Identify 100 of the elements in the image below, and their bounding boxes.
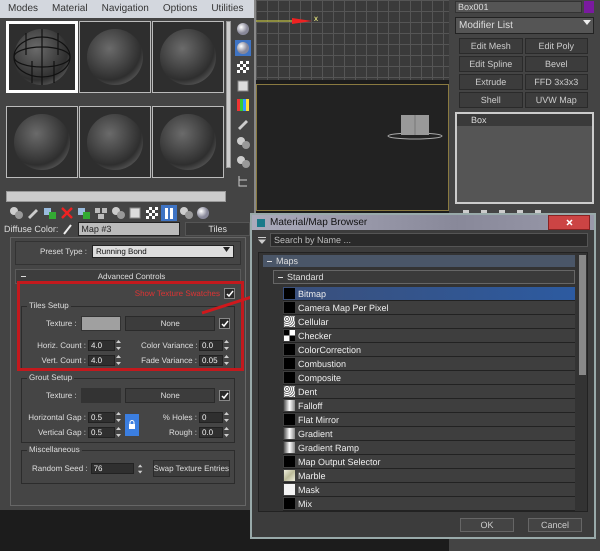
- square-icon[interactable]: [127, 205, 143, 221]
- group-header[interactable]: Maps: [263, 255, 575, 267]
- viewport-grid[interactable]: x: [256, 0, 450, 80]
- stack-item[interactable]: Box: [457, 114, 592, 126]
- modifier-button[interactable]: Bevel: [524, 56, 588, 72]
- sample-slot[interactable]: [79, 21, 151, 93]
- spheres-icon[interactable]: [235, 154, 251, 170]
- object-name-field[interactable]: Box001: [455, 1, 582, 13]
- pillars-icon[interactable]: [161, 205, 177, 221]
- checker-icon[interactable]: [144, 205, 160, 221]
- modifier-button[interactable]: Shell: [459, 92, 522, 108]
- map-item[interactable]: Marble: [283, 469, 575, 483]
- checkbox[interactable]: [219, 390, 230, 401]
- filter-icon[interactable]: [258, 236, 266, 244]
- scrollbar[interactable]: [579, 255, 586, 375]
- modifier-button[interactable]: Edit Spline: [459, 56, 522, 72]
- modifier-button[interactable]: Edit Mesh: [459, 38, 522, 54]
- field-label: Vertical Gap :: [36, 428, 87, 436]
- dialog-button[interactable]: OK: [460, 518, 514, 532]
- map-thumbnail-icon: [284, 498, 295, 509]
- menu-item[interactable]: Options: [162, 3, 198, 15]
- modifier-button[interactable]: FFD 3x3x3: [524, 74, 588, 90]
- map-item[interactable]: Combustion: [283, 357, 575, 371]
- sphere-icon[interactable]: [235, 21, 251, 37]
- close-icon: [566, 219, 572, 226]
- spheres-icon[interactable]: [110, 205, 126, 221]
- number-field[interactable]: 0.5: [88, 426, 115, 438]
- scrollbar[interactable]: [6, 191, 226, 202]
- map-item[interactable]: Flat Mirror: [283, 413, 575, 427]
- spheres-icon[interactable]: [178, 205, 194, 221]
- object-color-swatch[interactable]: [584, 1, 594, 13]
- sample-slot[interactable]: [152, 21, 224, 93]
- sphere-icon[interactable]: [195, 205, 211, 221]
- group-title: Grout Setup: [27, 373, 74, 382]
- map-item[interactable]: Bitmap: [283, 287, 575, 301]
- map-thumbnail-icon: [284, 414, 295, 425]
- map-item[interactable]: Gradient Ramp: [283, 441, 575, 455]
- menu-item[interactable]: Utilities: [211, 3, 244, 15]
- map-item[interactable]: Gradient: [283, 427, 575, 441]
- square-icon[interactable]: [235, 78, 251, 94]
- modifier-button[interactable]: UVW Map: [524, 92, 588, 108]
- map-item[interactable]: Map Output Selector: [283, 455, 575, 469]
- spinner-icon[interactable]: [137, 462, 144, 474]
- number-field[interactable]: 4.0: [88, 340, 115, 350]
- search-field[interactable]: Search by Name ...: [270, 233, 588, 247]
- number-field[interactable]: 4.0: [88, 354, 115, 366]
- spheres-icon[interactable]: [8, 205, 24, 221]
- map-type-button[interactable]: Tiles: [185, 222, 250, 236]
- number-field[interactable]: 0: [199, 412, 223, 422]
- perspective-viewport[interactable]: [256, 84, 450, 211]
- sample-slot[interactable]: [79, 106, 151, 178]
- number-field[interactable]: 0.0: [199, 340, 223, 350]
- lock-button[interactable]: [125, 414, 139, 436]
- map-item[interactable]: Camera Map Per Pixel: [283, 301, 575, 315]
- cube-icon[interactable]: [93, 205, 109, 221]
- checkbox[interactable]: [219, 318, 230, 329]
- swap-icon[interactable]: [76, 205, 92, 221]
- field-label: Vert. Count :: [40, 356, 87, 364]
- number-field[interactable]: 0.05: [199, 354, 223, 366]
- map-item[interactable]: ColorCorrection: [283, 343, 575, 357]
- field-label: Fade Variance :: [141, 356, 198, 364]
- scrollbar[interactable]: [226, 21, 231, 168]
- map-thumbnail-icon: [284, 456, 295, 467]
- modifier-button[interactable]: Edit Poly: [524, 38, 588, 54]
- checkbox[interactable]: [224, 288, 235, 299]
- sample-slot[interactable]: [6, 106, 78, 178]
- map-item[interactable]: Dent: [283, 385, 575, 399]
- dialog-button[interactable]: Cancel: [528, 518, 582, 532]
- map-name-field[interactable]: Map #3: [78, 222, 180, 236]
- map-thumbnail-icon: [284, 316, 295, 327]
- map-item[interactable]: Cellular: [283, 315, 575, 329]
- number-field[interactable]: 0.5: [88, 412, 115, 422]
- swap-button[interactable]: Swap Texture Entries: [152, 460, 230, 477]
- map-item[interactable]: Composite: [283, 371, 575, 385]
- color-bars-icon[interactable]: [235, 97, 251, 113]
- map-item[interactable]: Mask: [283, 483, 575, 497]
- modifier-stack[interactable]: Box: [455, 112, 594, 204]
- map-button[interactable]: None: [125, 388, 216, 403]
- menu-item[interactable]: Material: [52, 3, 88, 15]
- collapse-icon[interactable]: [20, 273, 27, 280]
- menu-item[interactable]: Modes: [8, 3, 38, 15]
- map-item[interactable]: Checker: [283, 329, 575, 343]
- sphere-icon[interactable]: [235, 40, 251, 56]
- number-field[interactable]: 0.0: [199, 426, 223, 438]
- number-field[interactable]: 76: [90, 463, 134, 474]
- spheres-icon[interactable]: [235, 135, 251, 151]
- preset-dropdown[interactable]: Running Bond: [92, 245, 234, 258]
- menu-item[interactable]: Navigation: [102, 3, 149, 15]
- sample-sphere: [158, 27, 218, 87]
- modifier-button[interactable]: Extrude: [459, 74, 522, 90]
- color-swatch[interactable]: [80, 316, 122, 331]
- modifier-list-dropdown[interactable]: Modifier List: [455, 17, 594, 34]
- group-header[interactable]: Standard: [273, 270, 575, 284]
- swap-icon[interactable]: [42, 205, 58, 221]
- sample-sphere: [12, 27, 72, 87]
- map-item[interactable]: Falloff: [283, 399, 575, 413]
- map-item[interactable]: Mix: [283, 497, 575, 511]
- sample-slot[interactable]: [152, 106, 224, 178]
- close-button[interactable]: [548, 215, 590, 230]
- map-button[interactable]: None: [125, 316, 216, 331]
